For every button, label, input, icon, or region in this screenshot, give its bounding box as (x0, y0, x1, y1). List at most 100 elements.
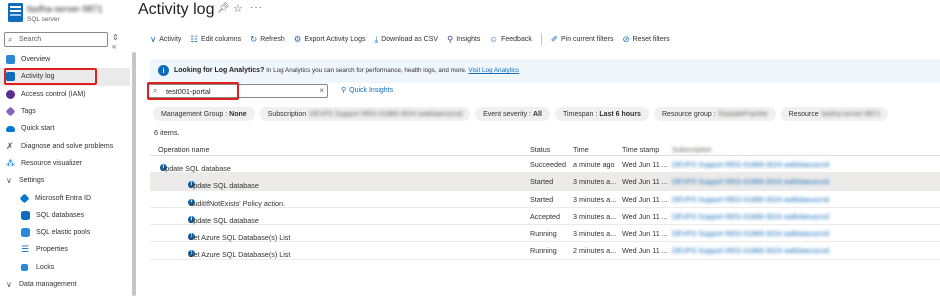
chip-value: Last 6 hours (599, 110, 641, 118)
favorite-star-icon[interactable]: ☆ (233, 2, 243, 15)
table-row[interactable]: i Update SQL database Accepted 3 minutes … (150, 208, 940, 226)
resource-chip[interactable]: Resource fasfha-server-9871 (780, 107, 889, 121)
activity-button[interactable]: ∨ Activity (150, 34, 181, 45)
timestamp-cell: Wed Jun 11 ... (622, 177, 668, 187)
resource-menu: ⌕ Search ⇕ « Overview Activity log Acces… (0, 30, 138, 296)
export-activity-logs-button[interactable]: ⚙ Export Activity Logs (294, 34, 366, 45)
chip-label: Resource group : (661, 110, 716, 118)
column-time[interactable]: Time (573, 145, 589, 154)
reset-filters-button[interactable]: ⊘ Reset filters (623, 34, 670, 45)
sql-server-icon (8, 3, 23, 22)
resource-type: SQL server (27, 16, 60, 23)
search-icon: ⌕ (8, 35, 13, 44)
reset-filters-label: Reset filters (632, 35, 670, 43)
menu-item-label: Access control (IAM) (21, 90, 86, 98)
people-icon (6, 89, 15, 99)
insights-button[interactable]: ⚲ Insights (447, 34, 480, 45)
menu-item-quick-start[interactable]: Quick start (0, 120, 130, 137)
subscription-cell[interactable]: DEVPS Support REG-01889-3024 wallolaeusc… (672, 246, 829, 255)
subscription-chip[interactable]: Subscription DEVPS Support REG-01889-3024… (259, 107, 471, 121)
status-cell: Started (530, 194, 554, 204)
menu-item-access-control[interactable]: Access control (IAM) (0, 86, 130, 103)
search-placeholder: Search (19, 36, 42, 43)
menu-item-label: Locks (36, 263, 55, 271)
quick-insights-link[interactable]: ⚲ Quick Insights (341, 86, 393, 94)
table-row[interactable]: i'auditIfNotExists' Policy action. Start… (150, 191, 940, 208)
menu-item-locks[interactable]: Locks (0, 259, 130, 276)
table-row[interactable]: ∨iUpdate SQL database Succeeded a minute… (150, 156, 940, 174)
event-severity-chip[interactable]: Event severity : All (475, 107, 550, 121)
chip-value: All (532, 110, 542, 118)
column-subscription[interactable]: Subscription (672, 145, 712, 154)
tag-icon (5, 106, 16, 117)
chevron-down-icon: ∨ (6, 280, 12, 289)
menu-group-data-management[interactable]: ∨ Data management (0, 276, 130, 293)
resource-group-chip[interactable]: Resource group : ElastalePracthe (653, 107, 776, 121)
banner-title: Looking for Log Analytics? (174, 67, 265, 74)
chip-value: DEVPS Support REG-01889-3024 wallolaeusc… (309, 110, 463, 118)
column-status[interactable]: Status (530, 145, 550, 154)
feedback-button[interactable]: ☺ Feedback (489, 34, 531, 44)
menu-group-settings[interactable]: ∨ Settings (0, 172, 130, 189)
menu-scrollbar[interactable] (132, 52, 136, 296)
menu-item-diagnose[interactable]: ✗ Diagnose and solve problems (0, 137, 130, 154)
menu-item-sql-databases[interactable]: SQL databases (0, 207, 130, 224)
time-cell: 3 minutes a... (573, 229, 617, 239)
columns-icon: ☷ (190, 33, 199, 44)
column-time-stamp[interactable]: Time stamp (622, 145, 659, 154)
table-row[interactable]: i Update SQL database Started 3 minutes a… (150, 173, 940, 191)
activity-search-input[interactable]: ⌕ test001-portal × (148, 84, 328, 98)
timestamp-cell: Wed Jun 11 ... (622, 160, 668, 169)
menu-collapse-controls[interactable]: ⇕ « (112, 33, 138, 51)
refresh-button[interactable]: ↻ Refresh (250, 34, 285, 45)
clear-search-icon[interactable]: × (319, 86, 324, 95)
table-row[interactable]: i Get Azure SQL Database(s) List Running … (150, 225, 940, 243)
menu-search-input[interactable]: ⌕ Search (4, 32, 108, 47)
insights-label: Insights (456, 35, 481, 43)
operation-name: Update SQL database (188, 215, 259, 225)
subscription-cell[interactable]: DEVPS Support REG-01889-3024 wallolaeusc… (672, 177, 829, 186)
lightbulb-icon: ⚲ (447, 33, 454, 44)
operation-name: Get Azure SQL Database(s) List (188, 233, 291, 243)
operation-name: Update SQL database (160, 164, 231, 173)
status-cell: Started (530, 177, 554, 187)
pin-icon[interactable]: 📌︎ (217, 3, 230, 14)
visit-log-analytics-link[interactable]: Visit Log Analytics (468, 67, 519, 74)
chip-label: Management Group : (161, 110, 228, 118)
operation-name: Get Azure SQL Database(s) List (188, 250, 291, 260)
edit-columns-label: Edit columns (201, 35, 242, 43)
search-icon: ⌕ (153, 86, 158, 95)
menu-group-label: Settings (19, 177, 45, 185)
menu-item-entra-id[interactable]: Microsoft Entra ID (0, 189, 130, 206)
menu-item-overview[interactable]: Overview (0, 51, 130, 68)
timestamp-cell: Wed Jun 11 ... (622, 246, 668, 256)
management-group-chip[interactable]: Management Group : None (153, 107, 255, 121)
overview-icon (6, 55, 15, 65)
chip-label: Timespan : (562, 110, 598, 118)
pin-filters-button[interactable]: ✐ Pin current filters (551, 34, 614, 45)
more-options-icon[interactable]: ··· (250, 2, 263, 13)
pin-icon: ✐ (550, 33, 558, 44)
quick-insights-label: Quick Insights (349, 87, 394, 94)
chip-value: None (229, 110, 247, 118)
resource-name: fasfha-server-9871 (27, 4, 103, 14)
menu-item-tags[interactable]: Tags (0, 103, 130, 120)
subscription-cell[interactable]: DEVPS Support REG-01889-3024 wallolaeusc… (672, 195, 829, 204)
subscription-cell[interactable]: DEVPS Support REG-01889-3024 wallolaeusc… (672, 212, 829, 221)
subscription-cell[interactable]: DEVPS Support REG-01889-3024 wallolaeusc… (672, 229, 829, 238)
table-header: Operation name Status Time Time stamp Su… (150, 140, 940, 156)
menu-item-properties[interactable]: ☰ Properties (0, 241, 130, 258)
download-csv-button[interactable]: ⤓ Download as CSV (374, 34, 438, 45)
timespan-chip[interactable]: Timespan : Last 6 hours (554, 107, 649, 121)
column-operation-name[interactable]: Operation name (158, 145, 210, 154)
visualizer-icon: ⁂ (6, 157, 15, 168)
table-row[interactable]: i Get Azure SQL Database(s) List Running … (150, 242, 940, 260)
menu-item-activity-log[interactable]: Activity log (0, 68, 130, 86)
subscription-cell[interactable]: DEVPS Support REG-01889-3024 wallolaeusc… (672, 160, 829, 169)
menu-item-elastic-pools[interactable]: SQL elastic pools (0, 224, 130, 241)
edit-columns-button[interactable]: ☷ Edit columns (190, 34, 241, 45)
menu-item-label: Microsoft Entra ID (35, 194, 92, 202)
time-cell: a minute ago (573, 160, 615, 169)
menu-item-label: Overview (21, 56, 51, 64)
menu-item-resource-visualizer[interactable]: ⁂ Resource visualizer (0, 155, 130, 172)
